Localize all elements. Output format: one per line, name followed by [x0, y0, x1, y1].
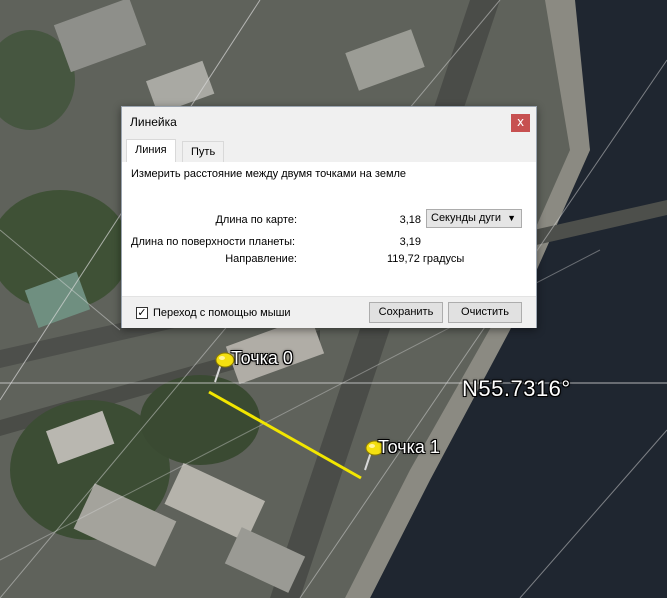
- surface-length-label: Длина по поверхности планеты:: [131, 236, 296, 248]
- heading-value: 119,72 градусы: [387, 253, 465, 265]
- pin-label-1: Точка 1: [378, 437, 440, 457]
- map-length-value: 3,18: [399, 214, 421, 226]
- save-button[interactable]: Сохранить: [369, 302, 443, 323]
- tab-bar: Линия Путь: [122, 137, 536, 163]
- map-length-label: Длина по карте:: [215, 214, 297, 226]
- surface-length-value: 3,19: [399, 236, 421, 248]
- dialog-footer: ✓ Переход с помощью мыши Сохранить Очист…: [122, 296, 536, 328]
- tab-path[interactable]: Путь: [182, 141, 225, 162]
- checkmark-icon: ✓: [137, 306, 147, 319]
- pin-label-0: Точка 0: [231, 348, 293, 368]
- line-panel: Измерить расстояние между двумя точками …: [122, 162, 536, 296]
- dialog-title: Линейка: [130, 115, 177, 129]
- dialog-titlebar[interactable]: Линейка x: [122, 107, 536, 137]
- clear-button[interactable]: Очистить: [448, 302, 522, 323]
- close-button[interactable]: x: [511, 114, 530, 132]
- close-icon: x: [516, 115, 525, 129]
- tab-line[interactable]: Линия: [126, 139, 176, 163]
- mouse-navigation-checkbox[interactable]: ✓: [136, 307, 148, 319]
- ruler-dialog: Линейка x Линия Путь Измерить расстояние…: [121, 106, 537, 328]
- mouse-navigation-label[interactable]: Переход с помощью мыши: [153, 307, 291, 319]
- latitude-label: N55.7316°: [462, 376, 571, 401]
- heading-label: Направление:: [225, 253, 297, 265]
- units-dropdown[interactable]: Секунды дуги ▼: [426, 209, 522, 228]
- description-text: Измерить расстояние между двумя точками …: [131, 168, 407, 180]
- chevron-down-icon: ▼: [507, 213, 516, 223]
- units-selected-value: Секунды дуги: [431, 212, 502, 224]
